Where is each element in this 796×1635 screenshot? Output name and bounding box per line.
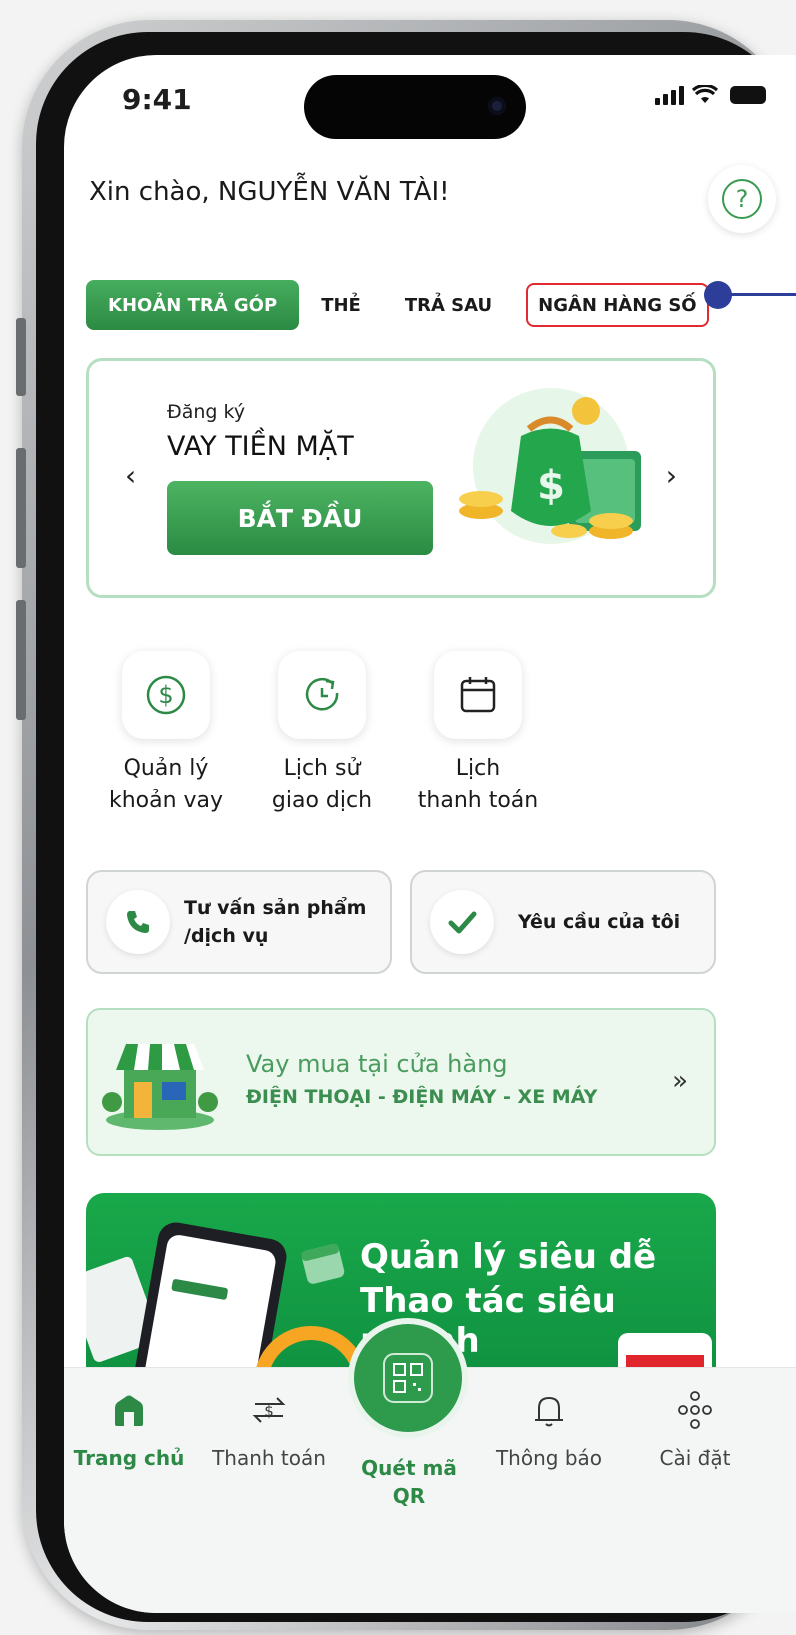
my-requests-label: Yêu cầu của tôi (518, 911, 681, 933)
consult-line-1: Tư vấn sản phẩm (184, 897, 367, 919)
phone-call-icon (106, 890, 170, 954)
money-bag-illustration: $ (459, 388, 641, 544)
start-button[interactable]: BẮT ĐẦU (167, 481, 433, 555)
consult-label: Tư vấn sản phẩm /dịch vụ (184, 894, 366, 950)
help-button[interactable]: ? (708, 165, 776, 233)
nav-label: Thông báo (495, 1446, 603, 1470)
promo-title: VAY TIỀN MẶT (167, 431, 354, 462)
quick-action-loan-management[interactable]: $ Quản lý khoản vay (86, 651, 246, 817)
annotation-line (728, 293, 796, 296)
history-clock-icon (278, 651, 366, 739)
dynamic-island (304, 75, 526, 139)
settings-dots-icon (678, 1391, 712, 1429)
help-icon: ? (722, 179, 762, 219)
nav-label: Thanh toán (212, 1446, 326, 1470)
checkmark-icon (430, 890, 494, 954)
svg-text:$: $ (158, 681, 173, 709)
mute-switch (16, 318, 26, 396)
bottom-navigation: Trang chủ $ Thanh toán Quét mã QR Thông … (64, 1318, 796, 1613)
store-banner-categories: ĐIỆN THOẠI - ĐIỆN MÁY - XE MÁY (246, 1086, 598, 1108)
home-icon (115, 1395, 143, 1426)
cash-loan-carousel-card: ‹ › Đăng ký VAY TIỀN MẶT BẮT ĐẦU $ (86, 358, 716, 598)
quick-action-payment-schedule[interactable]: Lịch thanh toán (398, 651, 558, 817)
carousel-next-button[interactable]: › (666, 459, 677, 492)
nav-settings[interactable]: Cài đặt (630, 1390, 760, 1472)
promo-subtitle: Đăng ký (167, 401, 246, 423)
nav-label: Quét mã QR (361, 1456, 457, 1508)
signal-icon (655, 85, 684, 105)
app-screen: 9:41 Xin chào, NGUYỄN VĂN TÀI! ? KHOẢN T… (64, 55, 796, 1613)
quick-action-label: Lịch sử giao dịch (242, 753, 402, 817)
battery-icon (730, 86, 766, 104)
nav-home[interactable]: Trang chủ (64, 1390, 194, 1472)
label-line-1: Quản lý (123, 756, 209, 781)
consult-card[interactable]: Tư vấn sản phẩm /dịch vụ (86, 870, 392, 974)
svg-text:$: $ (537, 463, 565, 509)
transfer-icon: $ (252, 1397, 286, 1423)
tab-installment[interactable]: KHOẢN TRẢ GÓP (86, 280, 300, 330)
tab-paylater[interactable]: TRẢ SAU (383, 280, 514, 330)
greeting-title: Xin chào, NGUYỄN VĂN TÀI! (89, 177, 450, 207)
nav-payment[interactable]: $ Thanh toán (204, 1390, 334, 1472)
nav-label: Trang chủ (73, 1446, 185, 1470)
nav-label: Cài đặt (659, 1446, 731, 1470)
store-banner-title: Vay mua tại cửa hàng (246, 1050, 508, 1078)
double-chevron-right-icon: » (672, 1066, 688, 1096)
quick-action-label: Quản lý khoản vay (86, 753, 246, 817)
product-tabs: KHOẢN TRẢ GÓP THẺ TRẢ SAU NGÂN HÀNG SỐ (86, 279, 709, 331)
ad-headline-1: Quản lý siêu dễ (360, 1237, 657, 1277)
camera-icon (488, 97, 506, 115)
calendar-icon (434, 651, 522, 739)
svg-text:$: $ (264, 1402, 274, 1420)
calendar-3d-icon (301, 1243, 345, 1284)
bell-icon (535, 1396, 563, 1427)
nav-qr[interactable]: Quét mã QR (344, 1454, 474, 1510)
label-line-1: Lịch sử (283, 756, 361, 781)
tab-digital-bank[interactable]: NGÂN HÀNG SỐ (526, 283, 709, 327)
store-icon (102, 1044, 218, 1130)
qr-scan-button[interactable] (348, 1318, 468, 1438)
label-line-2: thanh toán (417, 788, 539, 813)
phone-mockup-illustration (86, 1222, 356, 1393)
consult-line-2: /dịch vụ (184, 925, 269, 947)
store-loan-banner[interactable]: Vay mua tại cửa hàng ĐIỆN THOẠI - ĐIỆN M… (86, 1008, 716, 1156)
status-time: 9:41 (122, 83, 192, 116)
volume-up-button (16, 448, 26, 568)
wifi-icon (692, 85, 718, 103)
my-requests-card[interactable]: Yêu cầu của tôi (410, 870, 716, 974)
qr-code-icon (383, 1353, 433, 1403)
label-line-2: giao dịch (271, 788, 373, 813)
nav-notifications[interactable]: Thông báo (484, 1390, 614, 1472)
quick-action-label: Lịch thanh toán (398, 753, 558, 817)
status-icons (655, 85, 766, 105)
carousel-prev-button[interactable]: ‹ (125, 459, 136, 492)
volume-down-button (16, 600, 26, 720)
label-line-1: Lịch (455, 756, 501, 781)
dollar-circle-icon: $ (122, 651, 210, 739)
quick-action-transaction-history[interactable]: Lịch sử giao dịch (242, 651, 402, 817)
tab-card[interactable]: THẺ (299, 280, 383, 330)
label-line-2: khoản vay (108, 788, 224, 813)
